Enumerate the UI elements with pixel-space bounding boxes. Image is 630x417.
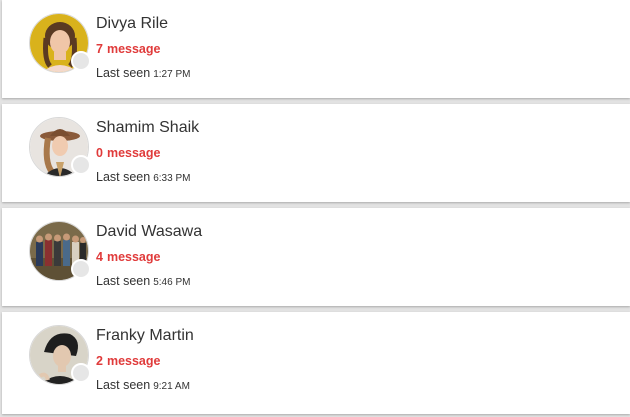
message-count: 2 message [96,354,160,368]
status-dot [71,259,91,279]
message-count: 4 message [96,250,160,264]
avatar-container [29,13,91,73]
status-dot [71,51,91,71]
last-seen-label: Last seen [96,378,151,392]
message-count-label: message [106,354,161,368]
last-seen-time: 5:46 PM [153,277,191,288]
last-seen-time: 9:21 AM [153,381,190,392]
message-count-number: 4 [96,250,103,264]
avatar-container [29,325,91,385]
status-dot [71,363,91,383]
message-count-number: 0 [96,146,103,160]
avatar-container [29,117,91,177]
last-seen-time: 6:33 PM [153,173,191,184]
last-seen-label: Last seen [96,274,151,288]
last-seen: Last seen 9:21 AM [96,378,190,392]
contact-card-franky-martin[interactable]: Franky Martin 2 message Last seen 9:21 AM [2,312,630,414]
contact-card-divya-rile[interactable]: Divya Rile 7 message Last seen 1:27 PM [2,0,630,98]
contact-card-shamim-shaik[interactable]: Shamim Shaik 0 message Last seen 6:33 PM [2,104,630,202]
message-count: 7 message [96,42,160,56]
contact-name: Franky Martin [96,327,194,344]
message-count-label: message [106,42,161,56]
message-count-label: message [106,250,161,264]
last-seen: Last seen 6:33 PM [96,170,190,184]
message-count: 0 message [96,146,160,160]
contact-name: Divya Rile [96,15,169,32]
last-seen: Last seen 1:27 PM [96,66,190,80]
last-seen-time: 1:27 PM [153,69,191,80]
contact-name: David Wasawa [96,223,203,240]
last-seen-label: Last seen [96,66,151,80]
status-dot [71,155,91,175]
message-count-number: 2 [96,354,103,368]
contact-name: Shamim Shaik [96,119,200,136]
contact-card-david-wasawa[interactable]: David Wasawa 4 message Last seen 5:46 PM [2,208,630,306]
last-seen-label: Last seen [96,170,151,184]
message-count-number: 7 [96,42,103,56]
avatar-container [29,221,91,281]
last-seen: Last seen 5:46 PM [96,274,190,288]
contact-list: Divya Rile 7 message Last seen 1:27 PM Sha… [0,0,630,417]
message-count-label: message [106,146,161,160]
